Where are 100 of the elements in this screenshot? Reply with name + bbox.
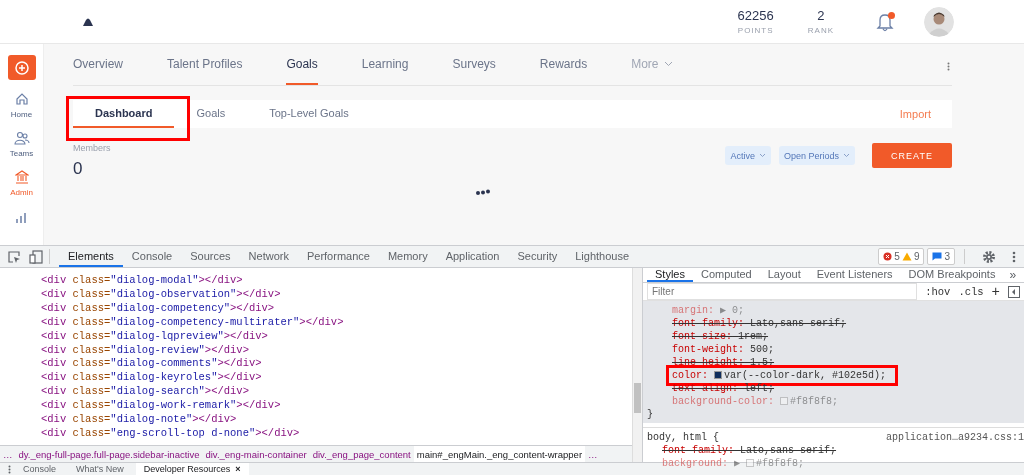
inspect-icon bbox=[7, 249, 21, 264]
people-icon bbox=[13, 131, 30, 145]
sidebar-item[interactable]: Home bbox=[10, 92, 33, 119]
members-label: Members bbox=[73, 143, 111, 153]
breadcrumb-item[interactable]: … bbox=[0, 446, 16, 462]
code-line: <div class="dialog-observation"></div> bbox=[41, 287, 282, 302]
code-line: <div class="dialog-modal"></div> bbox=[41, 274, 244, 288]
code-line: <div class="dialog-search"></div> bbox=[41, 385, 250, 400]
error-count: 5 bbox=[894, 251, 900, 262]
bank-icon bbox=[14, 170, 29, 184]
more-options-icon[interactable] bbox=[947, 62, 950, 71]
sub-tab[interactable]: Top-Level Goals bbox=[247, 100, 371, 128]
source-link[interactable]: application…a9234.css:1 bbox=[885, 431, 1024, 444]
css-declaration: color: var(--color-dark, #102e5d); bbox=[671, 369, 888, 382]
devtools-tab[interactable]: Lighthouse bbox=[566, 246, 639, 267]
code-line: <div class="dialog-comments"></div> bbox=[41, 357, 263, 372]
css-declaration: background: ▶ #f8f8f8; bbox=[661, 457, 806, 470]
nav-tab[interactable]: Learning bbox=[361, 44, 409, 85]
messages-badge[interactable]: 3 bbox=[927, 248, 955, 265]
css-selector: body, html { bbox=[647, 431, 719, 444]
sidebar-toggle-icon bbox=[1008, 285, 1020, 298]
stat-value: 2 bbox=[817, 8, 825, 23]
drawer-tab[interactable]: Console bbox=[15, 463, 65, 475]
code-line: <div class="dialog-keyroles"></div> bbox=[41, 371, 263, 386]
device-icon bbox=[29, 249, 43, 264]
code-line: <div class="dialog-review"></div> bbox=[41, 343, 250, 358]
devtools-tab[interactable]: Elements bbox=[59, 246, 123, 267]
more-tabs-button[interactable]: » bbox=[1003, 268, 1023, 282]
styles-tab[interactable]: Event Listeners bbox=[808, 268, 901, 282]
code-line: <div class="dialog-competency-multirater"></div> bbox=[41, 315, 345, 330]
nav-tab[interactable]: Surveys bbox=[452, 44, 496, 85]
color-swatch[interactable] bbox=[714, 371, 723, 379]
sidebar-item[interactable]: Admin bbox=[10, 170, 33, 197]
cloud-logo-icon bbox=[82, 17, 94, 26]
devtools-tab[interactable]: Sources bbox=[181, 246, 240, 267]
class-button[interactable]: .cls bbox=[958, 285, 984, 298]
breadcrumb-item[interactable]: dy._eng-full-page.full-page.sidebar-inactive bbox=[15, 446, 203, 462]
new-rule-button[interactable]: + bbox=[991, 283, 1000, 300]
css-declaration: font-family: Lato,sans-serif; bbox=[671, 317, 848, 330]
css-declaration: font-size: 1rem; bbox=[671, 330, 770, 343]
code-line: <div class="eng-scroll-top d-none"></div> bbox=[41, 426, 301, 441]
create-button[interactable]: CREATE bbox=[872, 143, 952, 168]
devtools-tab[interactable]: Memory bbox=[378, 246, 437, 267]
nav-tab[interactable]: Overview bbox=[73, 44, 123, 85]
breadcrumb-item[interactable]: main#_engMain._eng_content-wrapper bbox=[413, 446, 586, 462]
drawer-tab[interactable]: Developer Resources × bbox=[135, 463, 249, 475]
css-declaration: font-weight: 500; bbox=[671, 343, 776, 356]
css-declaration: font-family: Lato,sans-serif; bbox=[661, 444, 838, 457]
message-icon bbox=[932, 252, 943, 261]
devtools-tab[interactable]: Performance bbox=[297, 246, 379, 267]
more-options-icon bbox=[1012, 250, 1016, 263]
sidebar-item[interactable]: Teams bbox=[9, 131, 34, 158]
scrollbar[interactable] bbox=[632, 268, 642, 462]
message-count: 3 bbox=[944, 251, 950, 262]
styles-tab[interactable]: DOM Breakpoints bbox=[900, 268, 1004, 282]
home-icon bbox=[14, 92, 29, 106]
devtools-tab[interactable]: Application bbox=[436, 246, 509, 267]
members-count: 0 bbox=[73, 159, 84, 179]
css-declaration: text-align: left; bbox=[671, 382, 776, 395]
breadcrumb-item[interactable]: div._eng-main-container bbox=[202, 446, 310, 462]
error-icon bbox=[883, 252, 893, 261]
chevron-down-icon bbox=[843, 153, 850, 158]
breadcrumb-item[interactable]: … bbox=[585, 446, 601, 462]
code-line: <div class="dialog-work-remark"></div> bbox=[41, 399, 282, 414]
plus-icon bbox=[14, 60, 29, 75]
filter-field[interactable]: Filter bbox=[647, 283, 918, 300]
styles-tab[interactable]: Layout bbox=[759, 268, 809, 282]
filter-dropdown[interactable]: Active bbox=[725, 146, 771, 165]
devtools-tab[interactable]: Security bbox=[508, 246, 567, 267]
warning-icon bbox=[901, 252, 912, 261]
breadcrumb-item[interactable]: div._eng_page_content bbox=[309, 446, 414, 462]
hover-state-button[interactable]: :hov bbox=[925, 285, 951, 298]
devtools-tab[interactable]: Console bbox=[122, 246, 182, 267]
stat-label: RANK bbox=[807, 26, 834, 35]
code-line: <div class="dialog-competency"></div> bbox=[41, 301, 276, 316]
chevron-down-icon bbox=[663, 60, 673, 67]
close-button[interactable]: × bbox=[235, 464, 241, 474]
nav-tab[interactable]: Rewards bbox=[539, 44, 588, 85]
nav-tab[interactable]: Talent Profiles bbox=[167, 44, 243, 85]
settings-icon bbox=[982, 249, 996, 264]
styles-tab[interactable]: Computed bbox=[692, 268, 760, 282]
css-declaration: line-height: 1.5; bbox=[671, 356, 776, 369]
css-declaration: background-color: #f8f8f8; bbox=[671, 395, 840, 408]
rule-close-brace: } bbox=[647, 408, 654, 421]
issues-badge[interactable]: 5 9 bbox=[878, 248, 925, 265]
chevron-down-icon bbox=[758, 153, 766, 158]
devtools-tab[interactable]: Network bbox=[239, 246, 298, 267]
add-button[interactable] bbox=[7, 55, 36, 80]
bell-icon bbox=[876, 11, 894, 32]
more-options-icon bbox=[8, 464, 11, 474]
warning-count: 9 bbox=[913, 251, 920, 262]
filter-dropdown[interactable]: Open Periods bbox=[778, 146, 855, 165]
sub-tab[interactable]: Dashboard bbox=[73, 100, 175, 128]
stat-label: POINTS bbox=[737, 26, 774, 35]
drawer-tab[interactable]: What's New bbox=[68, 463, 132, 475]
nav-tab[interactable]: Goals bbox=[286, 44, 318, 85]
sub-tab[interactable]: Goals bbox=[174, 100, 248, 128]
avatar[interactable] bbox=[924, 6, 954, 37]
code-line: <div class="dialog-lqpreview"></div> bbox=[41, 329, 269, 344]
loading-dots-icon bbox=[474, 189, 491, 195]
